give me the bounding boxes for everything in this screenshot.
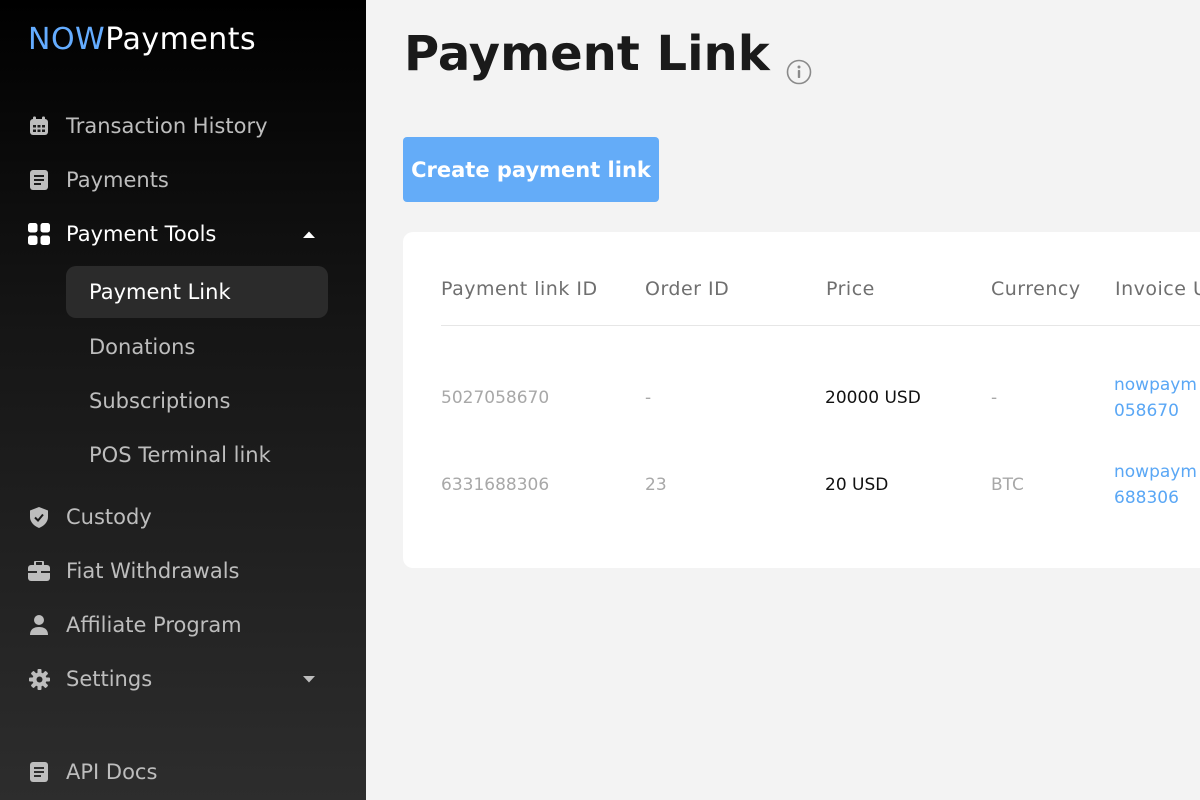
grid-icon xyxy=(28,223,50,245)
column-header-price[interactable]: Price xyxy=(826,278,875,300)
invoice-url-line2: 688306 xyxy=(1114,488,1179,508)
create-payment-link-button[interactable]: Create payment link xyxy=(403,137,659,202)
briefcase-icon xyxy=(28,560,50,582)
sidebar-item-payments[interactable]: Payments xyxy=(28,160,169,200)
sidebar-item-api-docs[interactable]: API Docs xyxy=(28,752,157,792)
sidebar-item-label: Payment Tools xyxy=(66,222,217,246)
sidebar-item-transaction-history[interactable]: Transaction History xyxy=(28,106,268,146)
sidebar-subitem-payment-link[interactable]: Payment Link xyxy=(66,266,328,318)
invoice-url-line2: 058670 xyxy=(1114,401,1179,421)
sidebar-item-label: Settings xyxy=(66,667,153,691)
sidebar-item-label: Affiliate Program xyxy=(66,613,242,637)
column-header-invoice-url[interactable]: Invoice U xyxy=(1115,278,1200,300)
document-icon xyxy=(28,761,50,783)
invoice-url-line1: nowpaym xyxy=(1114,375,1197,395)
logo-now: NOW xyxy=(28,22,106,57)
cell-order-id: 23 xyxy=(645,475,667,495)
invoice-url-line1: nowpaym xyxy=(1114,462,1197,482)
cell-invoice-url-link[interactable]: nowpaym 688306 xyxy=(1114,459,1197,511)
sidebar-item-label: API Docs xyxy=(66,760,158,784)
shield-icon xyxy=(28,506,50,528)
column-header-currency[interactable]: Currency xyxy=(991,278,1081,300)
sidebar-item-label: Fiat Withdrawals xyxy=(66,559,240,583)
sidebar-item-affiliate-program[interactable]: Affiliate Program xyxy=(28,605,242,645)
column-header-order-id[interactable]: Order ID xyxy=(645,278,729,300)
cell-currency: - xyxy=(991,388,998,408)
page-title: Payment Link xyxy=(404,26,812,85)
user-icon xyxy=(28,614,50,636)
cell-invoice-url-link[interactable]: nowpaym 058670 xyxy=(1114,372,1197,424)
payment-links-table: Payment link ID Order ID Price Currency … xyxy=(403,232,1200,568)
cell-price: 20000 USD xyxy=(825,388,921,408)
sidebar-subitem-pos-terminal-link[interactable]: POS Terminal link xyxy=(66,429,328,481)
brand-logo[interactable]: NOWPayments xyxy=(28,22,256,57)
sidebar-subitem-label: Payment Link xyxy=(89,280,231,304)
calendar-icon xyxy=(28,115,50,137)
sidebar-subitem-donations[interactable]: Donations xyxy=(66,321,328,373)
header-divider xyxy=(441,325,1200,326)
logo-payments: Payments xyxy=(105,22,257,57)
sidebar-item-payment-tools[interactable]: Payment Tools xyxy=(28,214,328,254)
sidebar-subitem-subscriptions[interactable]: Subscriptions xyxy=(66,375,328,427)
chevron-up-icon[interactable] xyxy=(300,225,318,243)
sidebar-item-label: Payments xyxy=(66,168,169,192)
cell-payment-link-id: 5027058670 xyxy=(441,388,550,408)
cell-price: 20 USD xyxy=(825,475,889,495)
chevron-down-icon[interactable] xyxy=(300,670,318,688)
column-header-payment-link-id[interactable]: Payment link ID xyxy=(441,278,598,300)
sidebar-item-label: Transaction History xyxy=(66,114,268,138)
gear-icon xyxy=(28,668,50,690)
sidebar-subitem-label: Donations xyxy=(89,335,196,359)
sidebar-item-custody[interactable]: Custody xyxy=(28,497,152,537)
cell-currency: BTC xyxy=(991,475,1024,495)
sidebar-subitem-label: POS Terminal link xyxy=(89,443,271,467)
sidebar-item-settings[interactable]: Settings xyxy=(28,659,328,699)
cell-payment-link-id: 6331688306 xyxy=(441,475,550,495)
sidebar-item-fiat-withdrawals[interactable]: Fiat Withdrawals xyxy=(28,551,240,591)
sidebar: NOWPayments Transaction History Payments… xyxy=(0,0,366,800)
sidebar-subitem-label: Subscriptions xyxy=(89,389,231,413)
sidebar-item-label: Custody xyxy=(66,505,152,529)
cell-order-id: - xyxy=(645,388,652,408)
page-title-text: Payment Link xyxy=(404,26,770,82)
info-icon[interactable] xyxy=(786,41,812,85)
document-icon xyxy=(28,169,50,191)
